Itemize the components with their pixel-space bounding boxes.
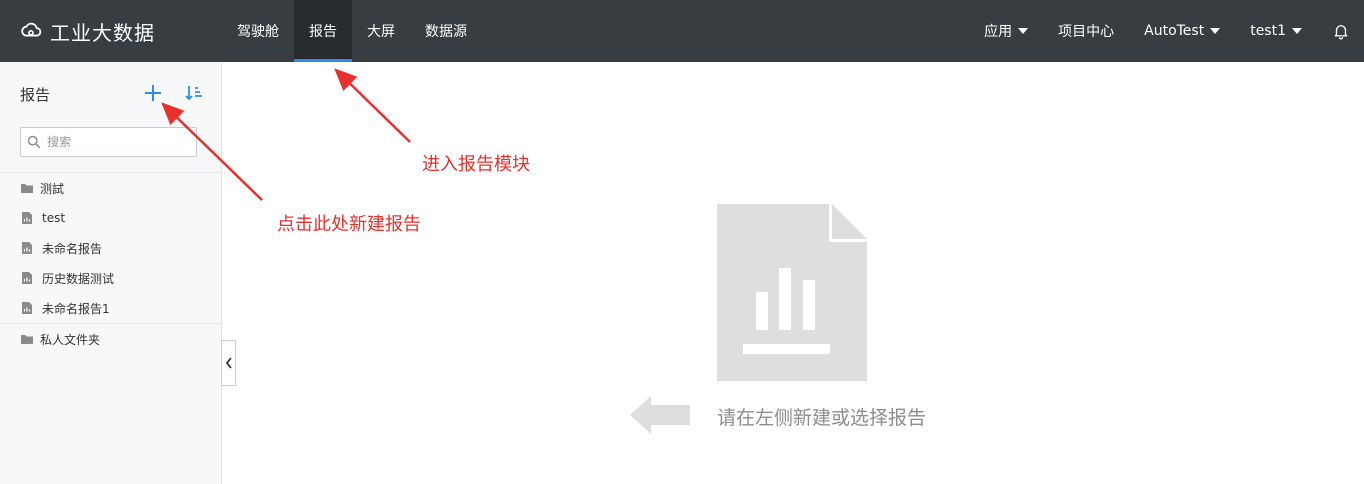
cloud-logo-icon xyxy=(21,22,42,37)
folder-icon xyxy=(21,184,33,193)
caret-down-icon xyxy=(1018,28,1029,34)
project-dropdown[interactable]: AutoTest xyxy=(1144,23,1221,39)
brand-title: 工业大数据 xyxy=(50,20,155,45)
empty-hint: 请在左侧新建或选择报告 xyxy=(717,407,927,429)
tree-item-label: test xyxy=(42,211,66,225)
folder-item-test-cn[interactable]: 测試 xyxy=(0,173,221,203)
search-box xyxy=(20,127,197,157)
sidebar-title: 报告 xyxy=(20,86,51,104)
tree-item-label: 私人文件夹 xyxy=(40,332,101,347)
nav-bigscreen[interactable]: 大屏 xyxy=(352,0,410,62)
caret-down-icon xyxy=(1210,28,1221,34)
sort-icon[interactable] xyxy=(184,83,204,103)
add-report-icon[interactable] xyxy=(143,83,163,103)
empty-report-icon xyxy=(717,204,867,381)
user-dropdown[interactable]: test1 xyxy=(1250,23,1302,39)
report-item-test[interactable]: test xyxy=(0,203,221,233)
report-file-icon xyxy=(22,242,32,254)
private-folder-item[interactable]: 私人文件夹 xyxy=(0,324,221,354)
nav-right: 应用 项目中心 AutoTest test1 xyxy=(954,0,1350,62)
bell-icon[interactable] xyxy=(1332,22,1350,40)
nav-report[interactable]: 报告 xyxy=(294,0,352,62)
annotation-create-here: 点击此处新建报告 xyxy=(277,214,421,235)
tree-item-label: 历史数据测试 xyxy=(42,271,115,286)
chevron-left-icon xyxy=(225,357,232,369)
brand[interactable]: 工业大数据 xyxy=(20,0,155,62)
tree-item-label: 未命名报告 xyxy=(42,241,103,256)
report-file-icon xyxy=(22,272,32,284)
report-item-unnamed-1[interactable]: 未命名报告1 xyxy=(0,293,221,323)
main-nav: 驾驶舱 报告 大屏 数据源 xyxy=(222,0,482,62)
apps-dropdown[interactable]: 应用 xyxy=(984,21,1029,41)
annotation-arrow-report-tab xyxy=(334,68,411,143)
caret-down-icon xyxy=(1292,28,1302,34)
report-item-history[interactable]: 历史数据测试 xyxy=(0,263,221,293)
sidebar-collapse-button[interactable] xyxy=(221,340,236,386)
report-file-icon xyxy=(22,302,32,314)
top-navbar: 工业大数据 驾驶舱 报告 大屏 数据源 应用 项目中心 AutoTest tes… xyxy=(0,0,1364,62)
tree-item-label: 未命名报告1 xyxy=(42,301,110,316)
report-item-unnamed[interactable]: 未命名报告 xyxy=(0,233,221,263)
project-center-link[interactable]: 项目中心 xyxy=(1058,21,1114,41)
search-icon xyxy=(27,135,41,149)
nav-datasource[interactable]: 数据源 xyxy=(410,0,482,62)
annotation-enter-module: 进入报告模块 xyxy=(422,154,530,175)
project-center-label: 项目中心 xyxy=(1058,24,1115,40)
search-input[interactable] xyxy=(45,134,189,150)
apps-label: 应用 xyxy=(984,24,1013,40)
report-sidebar: 报告 测試 test 未命名报告 xyxy=(0,62,222,484)
nav-cockpit[interactable]: 驾驶舱 xyxy=(222,0,294,62)
folder-icon xyxy=(21,335,33,344)
tree-item-label: 测試 xyxy=(40,181,65,196)
report-file-icon xyxy=(22,212,32,224)
user-label: test1 xyxy=(1250,23,1286,39)
arrow-left-icon xyxy=(630,396,690,434)
project-label: AutoTest xyxy=(1144,23,1205,39)
